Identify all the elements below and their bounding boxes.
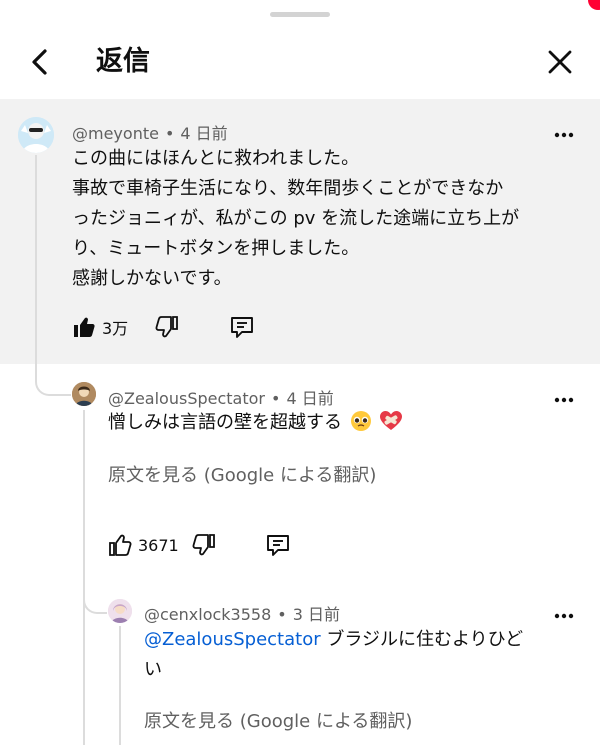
dislike-button[interactable] [155,315,179,339]
author-name[interactable]: @cenxlock3558 [144,605,271,624]
thread-line [35,155,37,363]
comment-line: ったジョニィが、私がこの pv を流した途端に立ち上が [72,208,520,229]
comment-line: 事故で車椅子生活になり、数年間歩くことができなか [72,178,504,199]
reply-button[interactable] [229,315,255,339]
thumbs-up-filled-icon [74,317,95,337]
comment-line: 憎しみは言語の壁を超越する [108,412,342,433]
comment-text: 憎しみは言語の壁を超越する [108,408,578,438]
dislike-button[interactable] [192,533,216,557]
see-original-link[interactable]: 原文を見る (Google による翻訳) [108,461,376,487]
timestamp: 3 日前 [292,605,340,624]
timestamp: 4 日前 [286,389,334,408]
sheet-drag-handle[interactable] [270,12,330,17]
avatar-image [108,599,132,623]
comment-text: この曲にはほんとに救われました。 事故で車椅子生活になり、数年間歩くことができな… [72,144,582,294]
comment-meta: @ZealousSpectator • 4 日前 [108,389,334,408]
comment-line: ブラジルに住むよりひど [320,629,524,650]
mending-heart-icon [380,411,403,430]
more-vertical-icon [554,613,574,619]
like-count: 3671 [138,535,179,555]
comment-icon [267,535,289,556]
timestamp: 4 日前 [180,124,228,143]
comment-line: この曲にはほんとに救われました。 [72,148,360,169]
like-button[interactable]: 3万 [72,315,128,339]
comment-line: 感謝しかないです。 [72,268,232,289]
thread-line [83,410,85,745]
thread-connector [35,362,71,396]
comment-line: い [144,659,162,680]
thread-connector [83,580,107,614]
avatar[interactable] [108,599,132,623]
avatar-image [72,382,96,406]
thumbs-up-icon [109,534,132,556]
avatar[interactable] [72,382,96,406]
see-original-link[interactable]: 原文を見る (Google による翻訳) [144,707,412,733]
more-vertical-icon [554,132,574,138]
thread-line [119,626,121,745]
comment-text: @ZealousSpectator ブラジルに住むよりひど い [144,625,584,685]
avatar[interactable] [18,117,54,153]
header: 返信 [0,28,600,98]
mention-link[interactable]: @ZealousSpectator [144,629,321,650]
reply-button[interactable] [265,533,291,557]
comment-line: り、ミュートボタンを押しました。 [72,238,360,259]
author-name[interactable]: @meyonte [72,124,159,143]
chevron-left-icon [32,49,47,75]
close-button[interactable] [542,44,578,80]
avatar-image [18,117,54,153]
author-name[interactable]: @ZealousSpectator [108,389,265,408]
like-count: 3万 [102,319,129,338]
more-vertical-icon [554,397,574,403]
like-button[interactable]: 3671 [108,533,179,557]
pleading-face-icon [350,411,371,431]
page-title: 返信 [96,46,150,77]
parent-comment: @meyonte • 4 日前 この曲にはほんとに救われました。 事故で車椅子生活に… [0,99,600,364]
back-button[interactable] [22,44,58,80]
thumbs-down-icon [192,534,215,556]
thumbs-down-icon [155,316,178,338]
comment-meta: @meyonte • 4 日前 [72,124,228,143]
close-icon [548,50,572,74]
comment-icon [231,317,253,338]
comment-meta: @cenxlock3558 • 3 日前 [144,605,340,624]
notification-dot [588,0,600,10]
